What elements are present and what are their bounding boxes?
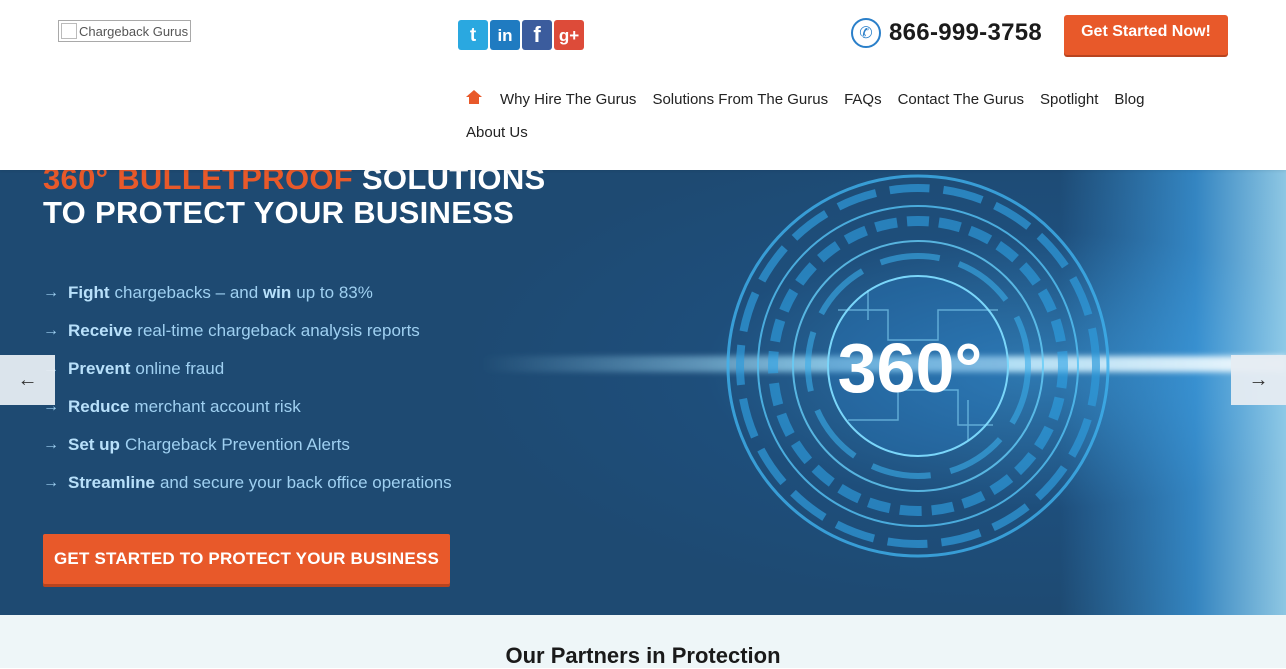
arrow-right-icon: → [1248, 368, 1269, 391]
list-item: → Fight chargebacks – and win up to 83% [43, 274, 452, 312]
bullet-bold-2: win [262, 283, 292, 302]
360-ring-graphic: 360° [726, 174, 1110, 558]
arrow-left-icon: ← [17, 368, 38, 391]
phone-icon: ✆ [851, 18, 881, 48]
hero-title-rest: SOLUTIONS [353, 170, 546, 196]
linkedin-icon[interactable]: in [490, 20, 520, 50]
arrow-right-icon: → [43, 474, 59, 491]
site-header: Chargeback Gurus t in f g+ ✆ 866-999-375… [0, 0, 1286, 170]
arrow-right-icon: → [43, 322, 59, 339]
twitter-glyph: t [469, 24, 477, 46]
nav-item-spotlight[interactable]: Spotlight [1040, 91, 1098, 108]
home-icon [466, 89, 482, 104]
nav-item-about[interactable]: About Us [466, 124, 528, 141]
google-plus-icon[interactable]: g+ [554, 20, 584, 50]
bullet-bold: Streamline [68, 473, 155, 492]
nav-item-why-hire[interactable]: Why Hire The Gurus [500, 91, 636, 108]
bullet-text: Chargeback Prevention Alerts [124, 435, 350, 454]
bullet-bold: Reduce [68, 397, 130, 416]
main-nav: Why Hire The Gurus Solutions From The Gu… [466, 86, 1186, 152]
arrow-right-icon: → [43, 436, 59, 453]
arrow-right-icon: → [43, 284, 59, 301]
protect-business-button[interactable]: GET STARTED TO PROTECT YOUR BUSINESS [43, 534, 450, 584]
partners-title: Our Partners in Protection [505, 643, 781, 668]
facebook-glyph: f [533, 22, 541, 47]
hero-title-accent: 360° BULLETPROOF [43, 170, 354, 196]
logo[interactable]: Chargeback Gurus [58, 20, 191, 42]
linkedin-glyph: in [497, 25, 513, 45]
hero-title-line2: TO PROTECT YOUR BUSINESS [43, 195, 515, 230]
feature-list: → Fight chargebacks – and win up to 83% →… [43, 274, 452, 502]
list-item: → Streamline and secure your back office… [43, 464, 452, 502]
bullet-bold: Fight [68, 283, 110, 302]
nav-item-contact[interactable]: Contact The Gurus [898, 91, 1024, 108]
bullet-bold: Prevent [68, 359, 131, 378]
bullet-text: and secure your back office operations [159, 473, 452, 492]
hero-slider: 360° 360° BULLETPROOF SOLUTIONS TO PROTE… [0, 170, 1286, 615]
social-links: t in f g+ [458, 20, 584, 50]
google-plus-glyph: g+ [558, 25, 580, 45]
bullet-text: chargebacks – and [114, 283, 259, 302]
bullet-text-2: up to 83% [296, 283, 373, 302]
get-started-button[interactable]: Get Started Now! [1064, 15, 1228, 55]
slider-next-button[interactable]: → [1231, 355, 1286, 405]
partners-section: Our Partners in Protection [0, 615, 1286, 668]
nav-home[interactable] [466, 89, 482, 109]
bullet-text: online fraud [135, 359, 225, 378]
list-item: → Reduce merchant account risk [43, 388, 452, 426]
twitter-icon[interactable]: t [458, 20, 488, 50]
logo-alt-text: Chargeback Gurus [79, 23, 189, 39]
list-item: → Prevent online fraud [43, 350, 452, 388]
hero-title: 360° BULLETPROOF SOLUTIONS TO PROTECT YO… [43, 170, 545, 230]
nav-item-faqs[interactable]: FAQs [844, 91, 882, 108]
bullet-bold: Set up [68, 435, 120, 454]
list-item: → Set up Chargeback Prevention Alerts [43, 426, 452, 464]
broken-image-icon [61, 23, 77, 39]
bullet-text: real-time chargeback analysis reports [137, 321, 420, 340]
phone-number: 866-999-3758 [889, 19, 1043, 46]
bullet-bold: Receive [68, 321, 133, 340]
bullet-text: merchant account risk [134, 397, 301, 416]
360-badge: 360° [838, 329, 983, 407]
slider-prev-button[interactable]: ← [0, 355, 55, 405]
facebook-icon[interactable]: f [522, 20, 552, 50]
nav-item-blog[interactable]: Blog [1114, 91, 1144, 108]
phone-contact[interactable]: ✆ 866-999-3758 [851, 18, 1042, 48]
list-item: → Receive real-time chargeback analysis … [43, 312, 452, 350]
nav-item-solutions[interactable]: Solutions From The Gurus [652, 91, 828, 108]
